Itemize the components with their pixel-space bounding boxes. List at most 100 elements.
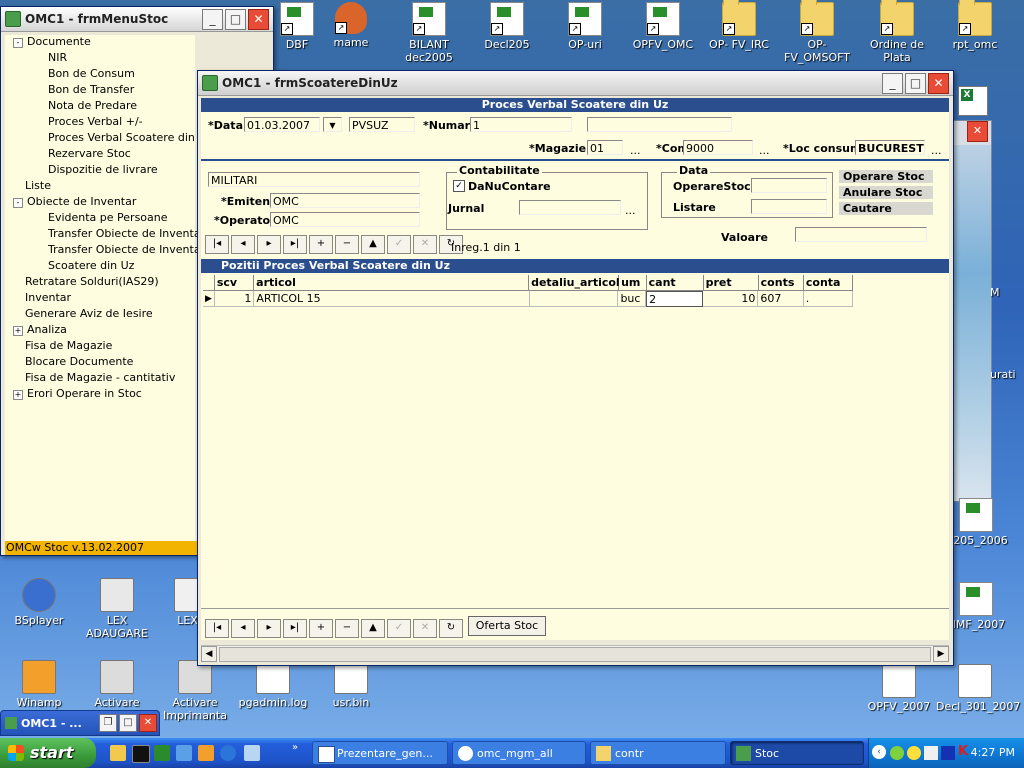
tray-icon-green[interactable] [890,746,904,760]
scroll-left-arrow[interactable]: ◀ [201,646,217,662]
desktop-icon[interactable]: usr.bin [312,660,390,709]
excel-file-icon[interactable]: X [958,86,988,116]
explorer-quicklaunch-icon[interactable] [110,745,126,761]
magazie-lookup-button[interactable]: ... [630,144,641,157]
tree-node[interactable]: Fisa de Magazie - cantitativ [13,371,175,384]
horizontal-scrollbar[interactable]: ◀ ▶ [201,645,949,662]
column-header-articol[interactable]: articol [254,275,530,291]
minimize-button[interactable]: _ [202,8,223,30]
doc-type-field[interactable]: PVSUZ [349,117,415,132]
cmd-quicklaunch-icon[interactable] [132,745,150,763]
loc-consum-lookup-button[interactable]: ... [931,144,942,157]
minimized-window[interactable]: OMC1 - ... ❐ □ ✕ [0,710,160,736]
add-record-button[interactable]: + [309,619,333,638]
cell-cant[interactable]: 2 [646,291,704,307]
tree-node[interactable]: Liste [13,179,51,192]
task-contr[interactable]: contr [590,741,726,765]
tree-leaf[interactable]: NIR [48,51,67,64]
militari-field[interactable]: MILITARI [208,172,420,187]
close-button[interactable]: ✕ [928,72,949,94]
desktop-icon[interactable]: ↗ Ordine de Plata [858,0,936,64]
start-button[interactable]: start [0,738,96,768]
next-record-button[interactable]: ▸ [257,619,281,638]
main-window-titlebar[interactable]: OMC1 - frmScoatereDinUz _ □ ✕ [198,71,953,96]
tree-node[interactable]: Retratare Solduri(IAS29) [13,275,159,288]
com-field[interactable]: 9000 [683,140,753,155]
cell-conta[interactable]: . [803,291,853,307]
column-header-um[interactable]: um [619,275,647,291]
numar-extra-field[interactable] [587,117,732,132]
desktop-icon[interactable]: ↗ OP-uri [546,2,624,51]
column-header-detaliu-articol[interactable]: detaliu_articol [529,275,620,291]
tree-leaf[interactable]: Bon de Consum [48,67,135,80]
tray-icon-network[interactable] [924,746,938,760]
desktop-icon[interactable]: ↗ Decl205 [468,2,546,51]
numar-field[interactable]: 1 [470,117,572,132]
task-stoc-active[interactable]: Stoc [730,741,864,765]
save-record-button[interactable]: ✓ [387,619,411,638]
desktop-icon[interactable]: Activare [78,660,156,709]
expand-toggle-icon[interactable]: + [13,390,23,400]
refresh-button[interactable]: ↻ [439,619,463,638]
tree-node[interactable]: + Analiza [13,323,67,336]
desktop-icon[interactable]: ↗ BILANT dec2005 [390,2,468,64]
minimize-button[interactable]: _ [882,72,903,94]
maximize-button[interactable]: □ [119,714,137,732]
prev-record-button[interactable]: ◂ [231,619,255,638]
cell-pret[interactable]: 10 [703,291,759,307]
network-quicklaunch-icon[interactable] [244,745,260,761]
add-record-button[interactable]: + [309,235,333,254]
delete-record-button[interactable]: − [335,619,359,638]
desktop-icon[interactable]: ↗ mame [312,2,390,49]
desktop-icon[interactable]: Activare Imprimanta [156,660,234,722]
desktop-icon[interactable]: ↗ OP- FV_IRC [700,0,778,51]
cell-um[interactable]: buc [618,291,647,307]
cell-articol[interactable]: ARTICOL 15 [254,291,530,307]
tree-leaf[interactable]: Rezervare Stoc [48,147,131,160]
save-record-button[interactable]: ✓ [387,235,411,254]
loc-consum-field[interactable]: BUCUREST [855,140,925,155]
tree-node[interactable]: + Erori Operare in Stoc [13,387,142,400]
tray-expand-icon[interactable]: ‹ [872,745,886,759]
column-header-scv[interactable]: scv [214,275,255,291]
menu-window-titlebar[interactable]: OMC1 - frmMenuStoc _ □ ✕ [1,7,273,32]
danucontare-checkbox[interactable]: ✓ [453,180,465,192]
close-button[interactable]: ✕ [139,714,157,732]
expand-toggle-icon[interactable]: + [13,326,23,336]
column-header-conts[interactable]: conts [758,275,804,291]
table-row[interactable]: ▶ 1 ARTICOL 15 buc 2 10 607. [203,291,853,307]
jurnal-lookup-button[interactable]: ... [625,204,636,217]
column-header-cant[interactable]: cant [646,275,704,291]
tree-leaf[interactable]: Dispozitie de livrare [48,163,158,176]
cell-detaliu-articol[interactable] [529,291,619,307]
first-record-button[interactable]: |◂ [205,619,229,638]
task-omc-mgm[interactable]: omc_mgm_all [452,741,586,765]
close-icon[interactable]: ✕ [967,121,988,142]
tray-icon-media[interactable] [941,746,955,760]
tree-node[interactable]: - Documente [13,35,91,48]
prev-record-button[interactable]: ◂ [231,235,255,254]
data-field[interactable]: 01.03.2007 [244,117,320,132]
delete-record-button[interactable]: − [335,235,359,254]
tree-leaf[interactable]: Evidenta pe Persoane [48,211,168,224]
first-record-button[interactable]: |◂ [205,235,229,254]
scroll-thumb[interactable] [219,647,931,662]
close-button[interactable]: ✕ [248,8,269,30]
tree-node[interactable]: - Obiecte de Inventar [13,195,136,208]
tray-icon-k[interactable]: K [958,744,968,759]
tree-node[interactable]: Generare Aviz de Iesire [13,307,153,320]
tree-node[interactable]: Inventar [13,291,71,304]
desktop-icon[interactable]: LEX ADAUGARE [78,578,156,640]
operarestoc-field[interactable] [751,178,827,193]
tree-node[interactable]: Fisa de Magazie [13,339,112,352]
listare-field[interactable] [751,199,827,214]
valoare-field[interactable] [795,227,927,242]
next-record-button[interactable]: ▸ [257,235,281,254]
tree-leaf[interactable]: Scoatere din Uz [48,259,134,272]
last-record-button[interactable]: ▸| [283,235,307,254]
cancel-record-button[interactable]: ✕ [413,619,437,638]
last-record-button[interactable]: ▸| [283,619,307,638]
edit-record-button[interactable]: ▲ [361,619,385,638]
desktop-icon[interactable]: pgadmin.log [234,660,312,709]
quicklaunch-overflow-icon[interactable]: » [292,742,298,753]
